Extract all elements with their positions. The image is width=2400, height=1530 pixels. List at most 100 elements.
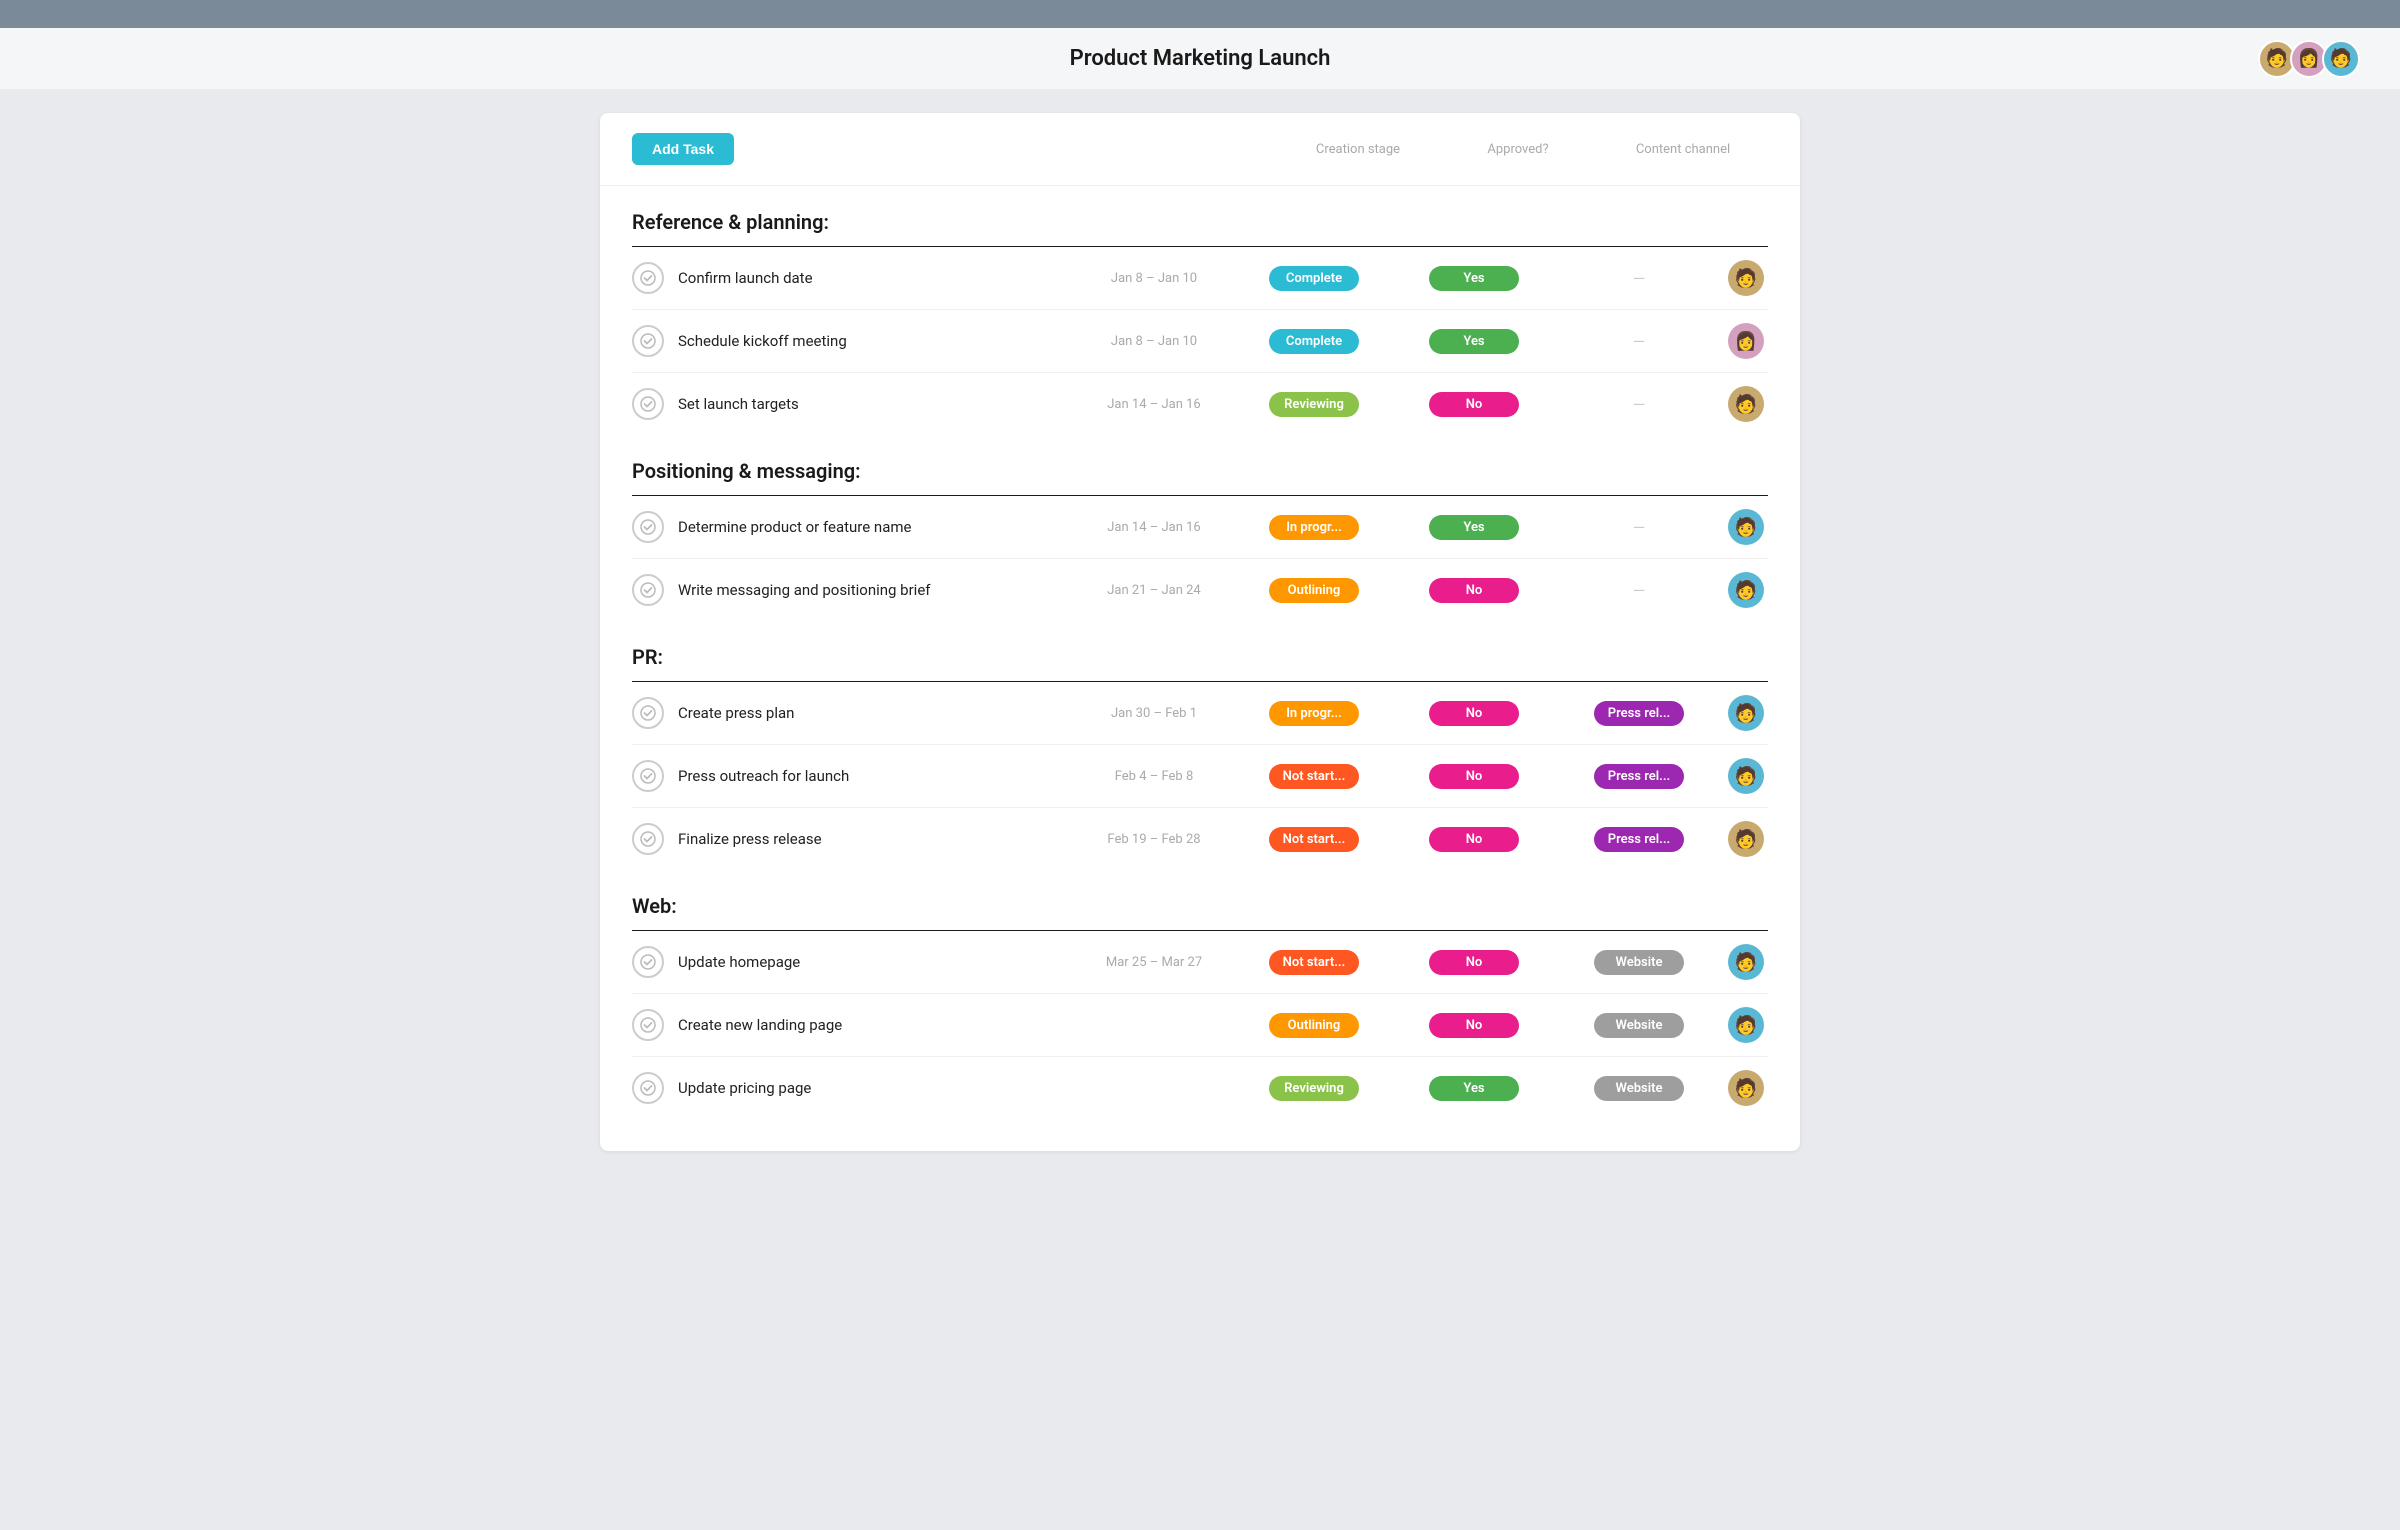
avatar: 🧑: [1728, 260, 1764, 296]
channel-badge: Press rel...: [1594, 827, 1685, 852]
channel-badge: Press rel...: [1594, 701, 1685, 726]
task-checkbox[interactable]: [632, 325, 664, 357]
task-channel[interactable]: —: [1554, 332, 1724, 351]
task-checkbox[interactable]: [632, 388, 664, 420]
avatar-3: 🧑: [2322, 40, 2360, 78]
task-stage[interactable]: Not start...: [1234, 950, 1394, 975]
task-approved[interactable]: Yes: [1394, 266, 1554, 291]
column-headers: Creation stage Approved? Content channel: [1278, 142, 1768, 157]
task-stage[interactable]: Not start...: [1234, 764, 1394, 789]
task-approved[interactable]: No: [1394, 701, 1554, 726]
stage-badge: Outlining: [1269, 578, 1359, 603]
page-title: Product Marketing Launch: [1070, 46, 1331, 71]
task-channel[interactable]: —: [1554, 518, 1724, 537]
task-channel[interactable]: —: [1554, 269, 1724, 288]
task-stage[interactable]: Complete: [1234, 329, 1394, 354]
task-channel[interactable]: —: [1554, 581, 1724, 600]
section-title-1: Positioning & messaging:: [632, 435, 1768, 495]
channel-dash: —: [1633, 395, 1646, 414]
task-channel[interactable]: Website: [1554, 1013, 1724, 1038]
stage-badge: Complete: [1269, 266, 1359, 291]
avatar: 🧑: [1728, 509, 1764, 545]
approved-badge: No: [1429, 701, 1519, 726]
task-stage[interactable]: Complete: [1234, 266, 1394, 291]
task-approved[interactable]: No: [1394, 578, 1554, 603]
task-date: Jan 8 – Jan 10: [1074, 334, 1234, 349]
task-approved[interactable]: No: [1394, 1013, 1554, 1038]
task-date: Jan 8 – Jan 10: [1074, 271, 1234, 286]
table-row[interactable]: Press outreach for launchFeb 4 – Feb 8No…: [632, 745, 1768, 808]
col-header-channel: Content channel: [1598, 142, 1768, 157]
channel-dash: —: [1633, 332, 1646, 351]
task-avatar: 🧑: [1724, 695, 1768, 731]
task-avatar: 🧑: [1724, 1070, 1768, 1106]
table-row[interactable]: Update pricing pageReviewingYesWebsite🧑: [632, 1057, 1768, 1119]
section-title-2: PR:: [632, 621, 1768, 681]
task-channel[interactable]: —: [1554, 395, 1724, 414]
task-checkbox[interactable]: [632, 946, 664, 978]
task-checkbox[interactable]: [632, 760, 664, 792]
task-stage[interactable]: In progr...: [1234, 701, 1394, 726]
col-header-approved: Approved?: [1438, 142, 1598, 157]
task-avatar: 🧑: [1724, 509, 1768, 545]
task-channel[interactable]: Website: [1554, 950, 1724, 975]
table-row[interactable]: Create press planJan 30 – Feb 1In progr.…: [632, 682, 1768, 745]
task-checkbox[interactable]: [632, 823, 664, 855]
table-row[interactable]: Create new landing pageOutliningNoWebsit…: [632, 994, 1768, 1057]
task-checkbox[interactable]: [632, 697, 664, 729]
table-row[interactable]: Finalize press releaseFeb 19 – Feb 28Not…: [632, 808, 1768, 870]
task-approved[interactable]: No: [1394, 827, 1554, 852]
task-channel[interactable]: Website: [1554, 1076, 1724, 1101]
task-approved[interactable]: No: [1394, 392, 1554, 417]
task-stage[interactable]: Outlining: [1234, 1013, 1394, 1038]
table-row[interactable]: Confirm launch dateJan 8 – Jan 10 Complet…: [632, 247, 1768, 310]
section-1: Positioning & messaging:Determine produc…: [600, 435, 1800, 621]
task-stage[interactable]: Not start...: [1234, 827, 1394, 852]
stage-badge: Outlining: [1269, 1013, 1359, 1038]
approved-badge: No: [1429, 1013, 1519, 1038]
task-checkbox[interactable]: [632, 1072, 664, 1104]
task-approved[interactable]: No: [1394, 950, 1554, 975]
avatar: 🧑: [1728, 821, 1764, 857]
task-checkbox[interactable]: [632, 574, 664, 606]
table-row[interactable]: Set launch targetsJan 14 – Jan 16Reviewi…: [632, 373, 1768, 435]
approved-badge: Yes: [1429, 329, 1519, 354]
approved-badge: Yes: [1429, 1076, 1519, 1101]
task-stage[interactable]: In progr...: [1234, 515, 1394, 540]
task-date: Mar 25 – Mar 27: [1074, 955, 1234, 970]
task-channel[interactable]: Press rel...: [1554, 827, 1724, 852]
table-row[interactable]: Write messaging and positioning briefJan…: [632, 559, 1768, 621]
task-avatar: 🧑: [1724, 386, 1768, 422]
stage-badge: Not start...: [1269, 764, 1360, 789]
task-stage[interactable]: Reviewing: [1234, 1076, 1394, 1101]
task-name: Determine product or feature name: [678, 518, 1074, 536]
avatar: 🧑: [1728, 1007, 1764, 1043]
task-approved[interactable]: Yes: [1394, 515, 1554, 540]
add-task-button[interactable]: Add Task: [632, 133, 734, 165]
task-channel[interactable]: Press rel...: [1554, 764, 1724, 789]
table-row[interactable]: Determine product or feature nameJan 14 …: [632, 496, 1768, 559]
task-channel[interactable]: Press rel...: [1554, 701, 1724, 726]
task-checkbox[interactable]: [632, 511, 664, 543]
main-content: Add Task Creation stage Approved? Conten…: [600, 113, 1800, 1151]
task-approved[interactable]: No: [1394, 764, 1554, 789]
task-checkbox[interactable]: [632, 262, 664, 294]
task-stage[interactable]: Reviewing: [1234, 392, 1394, 417]
task-date: Feb 19 – Feb 28: [1074, 832, 1234, 847]
task-stage[interactable]: Outlining: [1234, 578, 1394, 603]
task-approved[interactable]: Yes: [1394, 1076, 1554, 1101]
task-checkbox[interactable]: [632, 1009, 664, 1041]
table-row[interactable]: Update homepageMar 25 – Mar 27Not start.…: [632, 931, 1768, 994]
task-name: Create press plan: [678, 704, 1074, 722]
task-approved[interactable]: Yes: [1394, 329, 1554, 354]
table-row[interactable]: Schedule kickoff meetingJan 8 – Jan 10Co…: [632, 310, 1768, 373]
stage-badge: Not start...: [1269, 950, 1360, 975]
task-avatar: 🧑: [1724, 572, 1768, 608]
stage-badge: Not start...: [1269, 827, 1360, 852]
avatar: 🧑: [1728, 695, 1764, 731]
channel-badge: Website: [1594, 1013, 1684, 1038]
channel-badge: Website: [1594, 1076, 1684, 1101]
approved-badge: No: [1429, 392, 1519, 417]
task-name: Confirm launch date: [678, 269, 1074, 287]
header-avatars: 🧑 👩 🧑: [2258, 40, 2360, 78]
